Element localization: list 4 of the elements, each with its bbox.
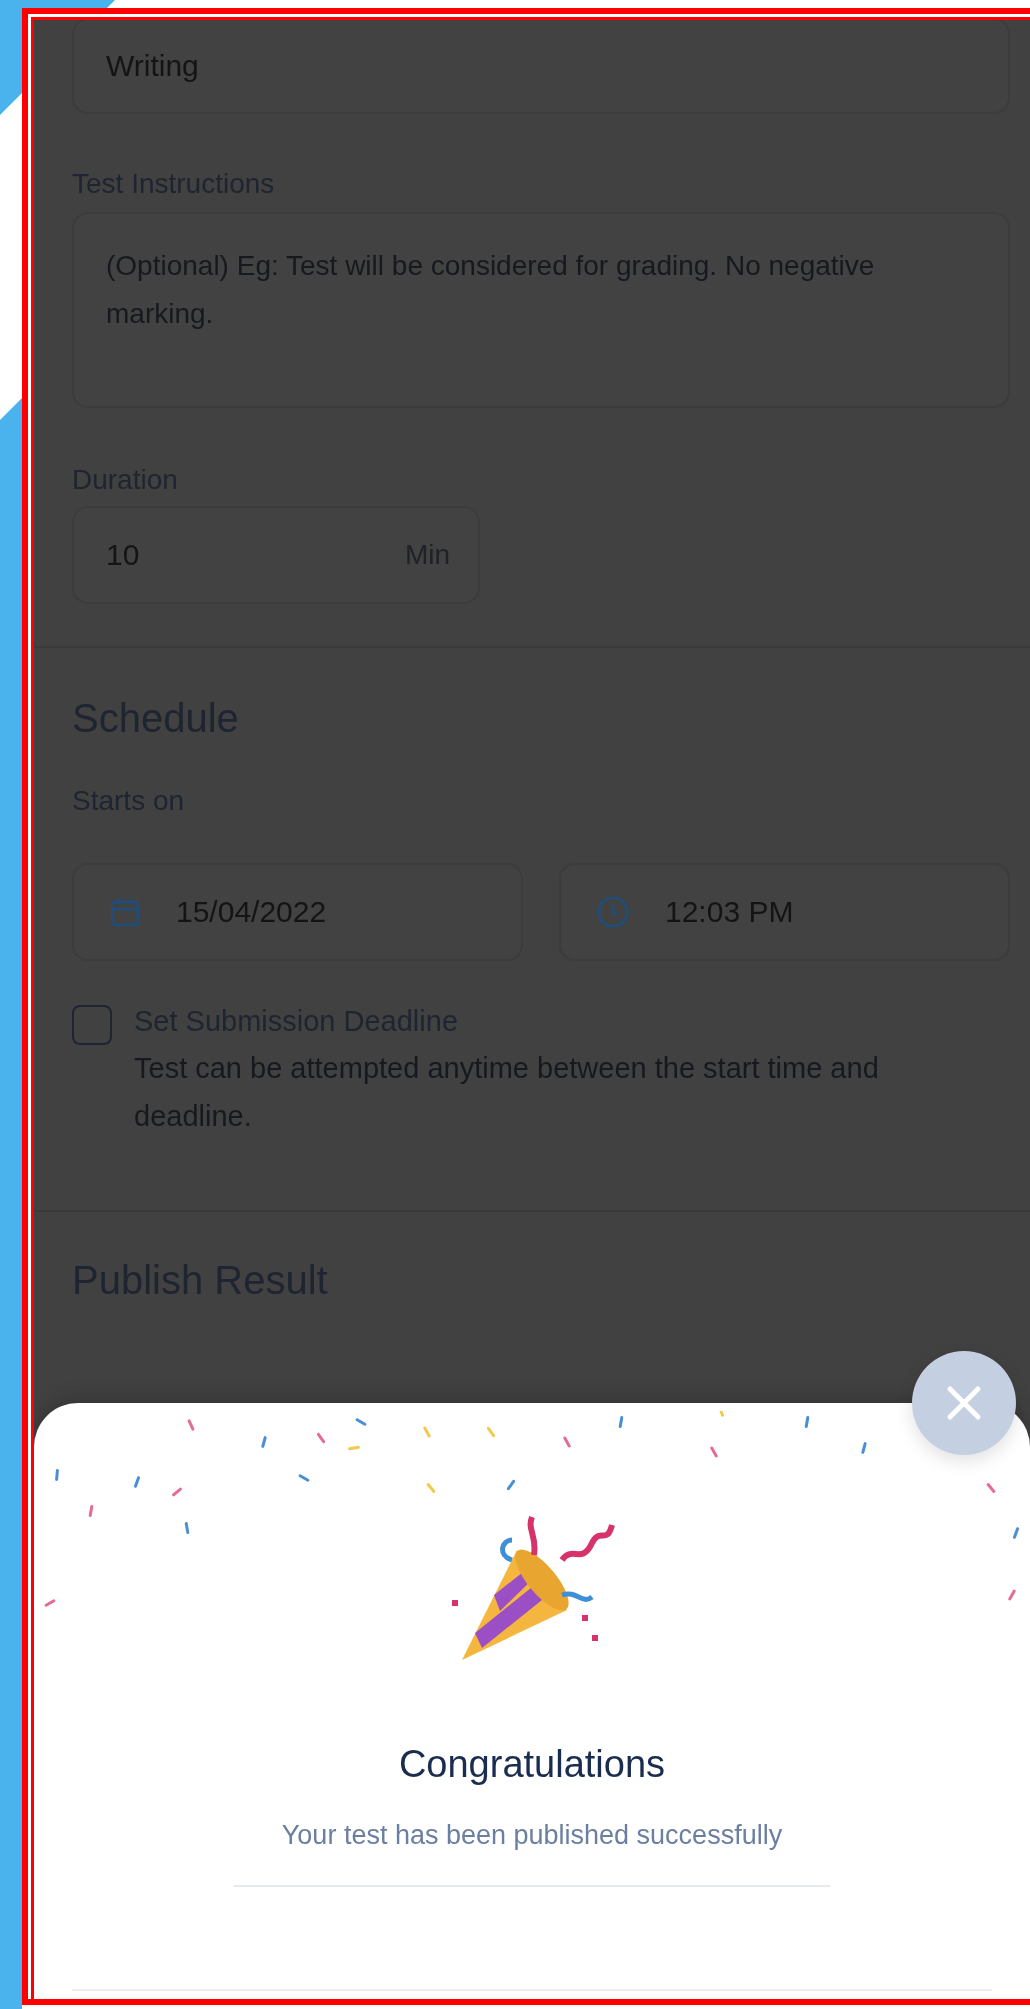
success-message: Your test has been published successfully: [281, 1820, 783, 1851]
checkbox[interactable]: [72, 1005, 112, 1045]
success-title: Congratulations: [398, 1743, 666, 1786]
clock-icon: [595, 894, 631, 930]
